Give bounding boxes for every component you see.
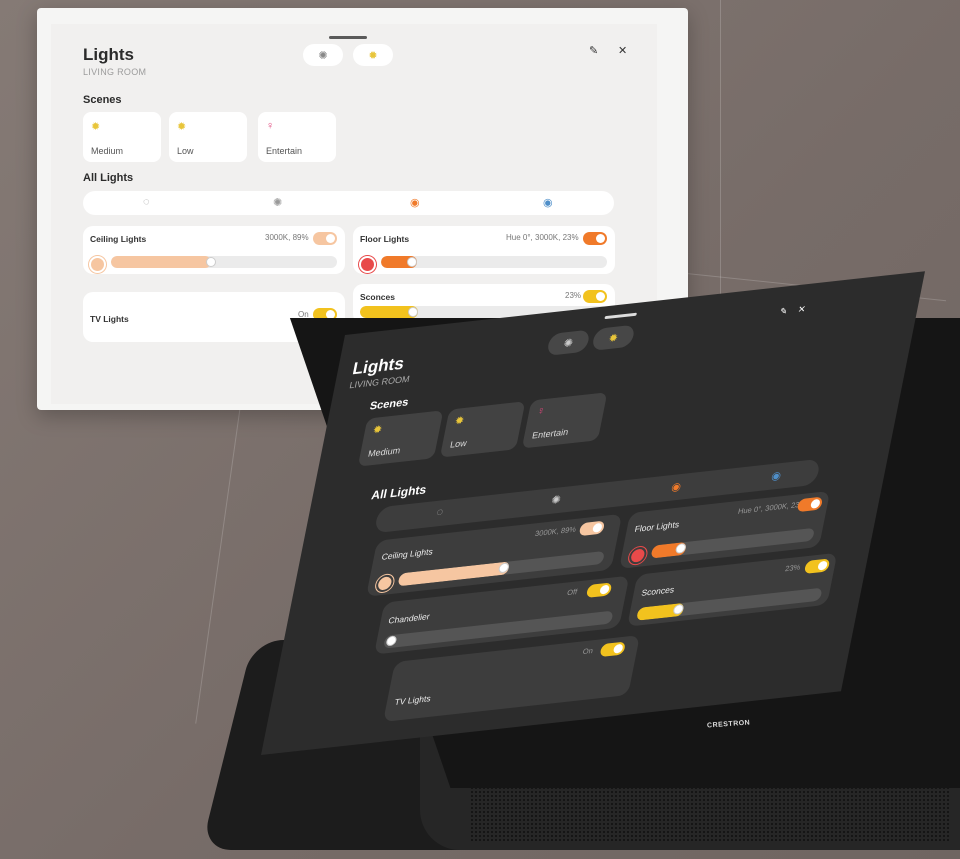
- dimmer-off-icon[interactable]: ◌: [143, 196, 150, 208]
- light-status: Off: [566, 587, 579, 598]
- scenes-heading: Scenes: [83, 94, 122, 106]
- color-temp-bulb-icon[interactable]: ◉: [543, 196, 553, 209]
- light-status: 3000K, 89%: [265, 233, 309, 242]
- light-status: On: [298, 310, 309, 319]
- bulb-off-icon: ✺: [318, 49, 328, 62]
- bulb-on-icon: ✹: [607, 331, 620, 345]
- slider-fill: [397, 561, 510, 587]
- color-bulb-icon[interactable]: ◉: [670, 480, 682, 494]
- scene-label: Entertain: [266, 146, 303, 156]
- light-toggle[interactable]: [803, 558, 831, 575]
- all-lights-heading: All Lights: [370, 482, 428, 503]
- slider-knob[interactable]: [206, 257, 216, 267]
- close-icon[interactable]: ✕: [618, 44, 627, 57]
- light-filter-bar: ◌ ✺ ◉ ◉: [83, 191, 614, 215]
- bulb-icon: ✹: [91, 121, 101, 133]
- color-temp-bulb-icon[interactable]: ◉: [770, 469, 782, 483]
- scene-label: Medium: [91, 146, 124, 156]
- slider-knob[interactable]: [408, 307, 418, 317]
- dimmer-off-icon[interactable]: ◌: [435, 506, 444, 519]
- light-status: 3000K, 89%: [534, 524, 577, 539]
- scenes-heading: Scenes: [368, 396, 410, 413]
- light-name: Floor Lights: [360, 234, 410, 244]
- bulb-icon: ✹: [371, 423, 384, 437]
- brightness-slider[interactable]: [650, 527, 815, 559]
- light-name: TV Lights: [393, 693, 432, 708]
- light-status: 23%: [565, 291, 582, 300]
- page-title: Lights: [83, 45, 134, 64]
- bulb-off-icon: ✺: [562, 336, 575, 350]
- scene-label: Low: [177, 146, 194, 156]
- scene-entertain[interactable]: ♀ Entertain: [258, 112, 336, 162]
- scene-medium[interactable]: ✹ Medium: [357, 410, 444, 467]
- close-icon[interactable]: ✕: [797, 304, 807, 316]
- wine-glass-icon: ♀: [535, 404, 547, 418]
- bulb-on-icon: ✹: [368, 49, 378, 62]
- slider-fill: [111, 256, 211, 268]
- light-name: Ceiling Lights: [380, 546, 434, 562]
- all-off-button[interactable]: ✺: [546, 329, 591, 356]
- light-name: Sconces: [640, 584, 676, 598]
- slider-knob[interactable]: [407, 257, 417, 267]
- all-on-button[interactable]: ✹: [353, 44, 393, 66]
- color-swatch[interactable]: [359, 256, 376, 273]
- scene-label: Entertain: [531, 426, 570, 441]
- drag-handle[interactable]: [604, 312, 637, 320]
- all-lights-heading: All Lights: [83, 172, 134, 184]
- slider-knob[interactable]: [385, 635, 398, 647]
- light-toggle[interactable]: [585, 582, 613, 598]
- light-toggle[interactable]: [313, 232, 337, 245]
- light-status: 23%: [784, 562, 802, 574]
- light-status: On: [582, 646, 594, 657]
- scene-medium[interactable]: ✹ Medium: [83, 112, 161, 162]
- light-name: Floor Lights: [633, 519, 681, 535]
- light-toggle[interactable]: [796, 496, 824, 513]
- device-screen: Lights LIVING ROOM ✺ ✹ ✎ ✕ Scenes ✹ Medi…: [261, 271, 925, 755]
- all-off-button[interactable]: ✺: [303, 44, 343, 66]
- light-toggle[interactable]: [583, 290, 607, 303]
- light-name: Chandelier: [387, 611, 431, 626]
- light-status: Hue 0°, 3000K, 23%: [506, 233, 579, 242]
- scene-low[interactable]: ✹ Low: [439, 401, 526, 458]
- scene-label: Low: [449, 437, 468, 450]
- page-subtitle: LIVING ROOM: [83, 67, 147, 77]
- edit-icon[interactable]: ✎: [589, 44, 598, 57]
- brightness-slider[interactable]: [111, 256, 337, 268]
- scene-label: Medium: [367, 445, 402, 459]
- all-on-button[interactable]: ✹: [591, 324, 636, 351]
- color-swatch[interactable]: [627, 546, 648, 566]
- color-bulb-icon[interactable]: ◉: [410, 196, 420, 209]
- dimmer-on-icon[interactable]: ✺: [550, 493, 562, 507]
- wine-glass-icon: ♀: [266, 120, 275, 132]
- light-toggle[interactable]: [599, 641, 626, 658]
- bulb-icon: ✹: [177, 121, 187, 133]
- edit-icon[interactable]: ✎: [779, 306, 789, 318]
- brightness-slider[interactable]: [381, 256, 607, 268]
- light-name: Ceiling Lights: [90, 234, 147, 244]
- color-swatch[interactable]: [374, 574, 395, 593]
- light-name: Sconces: [360, 292, 395, 302]
- color-swatch[interactable]: [89, 256, 106, 273]
- scene-entertain[interactable]: ♀ Entertain: [521, 392, 608, 449]
- drag-handle[interactable]: [329, 36, 367, 39]
- background-line: [720, 0, 721, 330]
- scene-low[interactable]: ✹ Low: [169, 112, 247, 162]
- light-name: TV Lights: [90, 314, 129, 324]
- light-card-floor[interactable]: Floor Lights Hue 0°, 3000K, 23%: [353, 226, 615, 274]
- bulb-icon: ✹: [453, 414, 466, 428]
- light-toggle[interactable]: [583, 232, 607, 245]
- light-card-ceiling[interactable]: Ceiling Lights 3000K, 89%: [83, 226, 345, 274]
- dimmer-on-icon[interactable]: ✺: [273, 196, 282, 209]
- light-toggle[interactable]: [578, 520, 606, 537]
